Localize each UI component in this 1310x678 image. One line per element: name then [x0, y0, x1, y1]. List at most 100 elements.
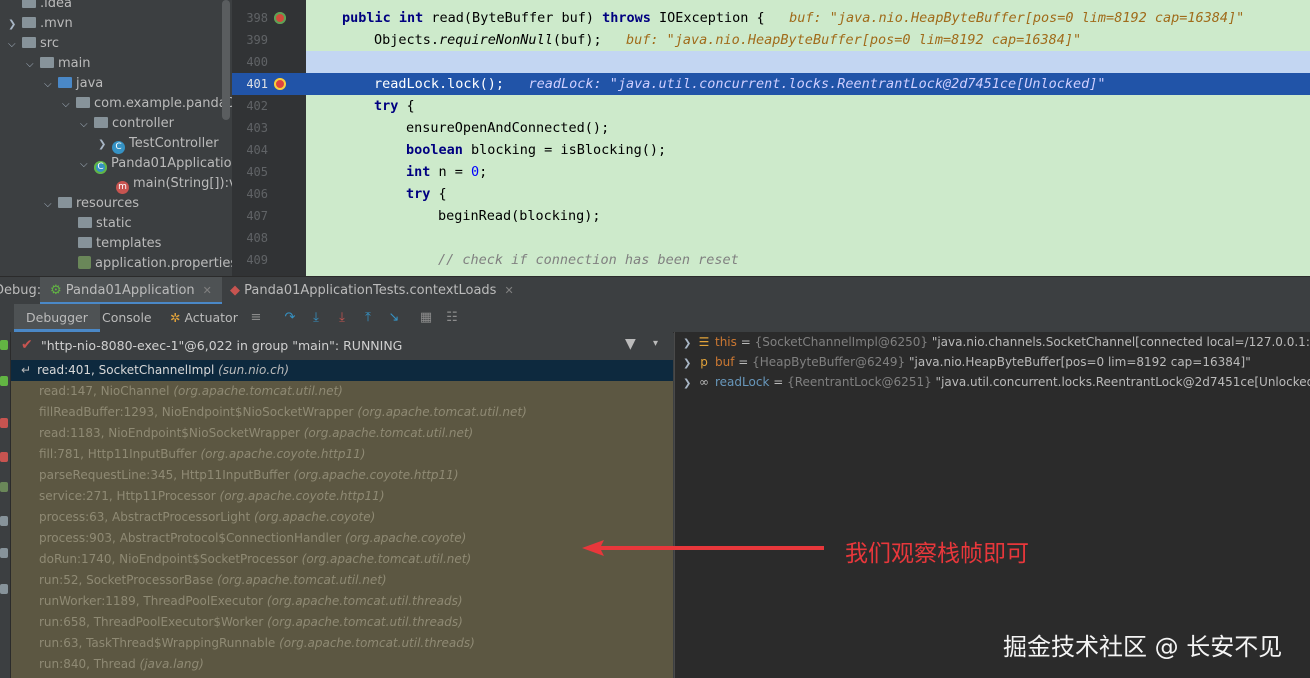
frame-row[interactable]: run:658, ThreadPoolExecutor$Worker (org.…	[11, 612, 673, 633]
view-breakpoints-icon[interactable]	[0, 452, 8, 462]
line-number: 402	[246, 99, 268, 113]
frame-package: (org.apache.tomcat.util.threads)	[266, 594, 463, 608]
frame-package: (org.apache.coyote.http11)	[293, 468, 459, 482]
tree-item-main-method[interactable]: mmain(String[]):voi	[116, 174, 232, 194]
tree-item-main[interactable]: ⌵ main	[26, 54, 90, 74]
tree-item-templates[interactable]: templates	[78, 234, 161, 254]
editor-gutter: 398 399 400 401 402 403 404 405 406 407 …	[232, 0, 306, 276]
annotation-arrow	[582, 540, 824, 556]
tab-debugger[interactable]: Debugger	[14, 304, 100, 332]
code-line-404: boolean blocking = isBlocking();	[406, 142, 667, 158]
chevron-right-icon[interactable]: ❯	[683, 354, 697, 374]
variable-row[interactable]: ❯ ∞ readLock = {ReentrantLock@6251} "java.…	[675, 372, 1310, 392]
frame-package: (org.apache.tomcat.util.net)	[303, 426, 474, 440]
chevron-down-icon[interactable]: ⌵	[44, 195, 58, 215]
package-icon	[76, 97, 90, 108]
rerun-icon[interactable]	[0, 376, 8, 386]
variable-name: this	[715, 335, 737, 349]
chevron-down-icon[interactable]: ⌵	[62, 95, 76, 115]
line-number: 400	[246, 55, 268, 69]
override-breakpoint-icon[interactable]	[274, 12, 286, 24]
tree-item-package[interactable]: ⌵ com.example.panda01	[62, 94, 232, 114]
stop-icon[interactable]	[0, 418, 8, 428]
variable-row[interactable]: ❯ p buf = {HeapByteBuffer@6249} "java.nio.…	[675, 352, 1310, 372]
chevron-down-icon[interactable]: ⌵	[80, 155, 94, 175]
frame-row[interactable]: process:903, AbstractProtocol$Connection…	[11, 528, 673, 549]
settings-icon[interactable]	[0, 548, 8, 558]
project-tree: .idea ❯ .mvn ⌵ src ⌵ main ⌵ java ⌵ com.exampl…	[0, 0, 232, 276]
breakpoint-icon[interactable]	[274, 78, 286, 90]
frame-row[interactable]: doRun:1740, NioEndpoint$SocketProcessor …	[11, 549, 673, 570]
package-icon	[94, 117, 108, 128]
evaluate-expression-icon[interactable]: ▦	[418, 310, 434, 326]
frame-current[interactable]: ↵ read:401, SocketChannelImpl (sun.nio.ch…	[11, 360, 673, 381]
close-icon[interactable]: ✕	[203, 284, 212, 297]
frame-package: (org.apache.tomcat.util.net)	[357, 405, 527, 419]
resume-icon[interactable]	[0, 340, 8, 350]
frame-row[interactable]: read:1183, NioEndpoint$NioSocketWrapper …	[11, 423, 673, 444]
frame-package: (java.lang)	[139, 657, 204, 671]
frame-row[interactable]: run:52, SocketProcessorBase (org.apache.…	[11, 570, 673, 591]
tree-item-resources[interactable]: ⌵ resources	[44, 194, 139, 214]
debug-session-tabs: Debug: ⚙ Panda01Application✕ ◆ Panda01Ap…	[0, 276, 1310, 305]
tree-item-application-properties[interactable]: application.properties	[78, 254, 232, 274]
chevron-right-icon[interactable]: ❯	[683, 334, 697, 354]
frame-row[interactable]: fillReadBuffer:1293, NioEndpoint$NioSock…	[11, 402, 673, 423]
trace-icon[interactable]: ☷	[444, 310, 460, 326]
step-into-icon[interactable]: ⤓	[308, 310, 324, 326]
chevron-right-icon[interactable]: ❯	[8, 15, 22, 35]
get-thread-dump-icon[interactable]	[0, 516, 8, 526]
chevron-right-icon[interactable]: ❯	[98, 135, 112, 155]
frame-row[interactable]: process:63, AbstractProcessorLight (org.…	[11, 507, 673, 528]
thread-selector[interactable]: ✔ "http-nio-8080-exec-1"@6,022 in group …	[11, 332, 673, 361]
code-line-407: beginRead(blocking);	[438, 208, 601, 224]
frame-row[interactable]: runWorker:1189, ThreadPoolExecutor (org.…	[11, 591, 673, 612]
tab-panda01application[interactable]: ⚙ Panda01Application ✕	[40, 277, 222, 305]
frame-row[interactable]: run:63, TaskThread$WrappingRunnable (org…	[11, 633, 673, 654]
chevron-down-icon[interactable]: ⌵	[44, 75, 58, 95]
frame-row[interactable]: run:840, Thread (java.lang)	[11, 654, 673, 675]
tree-item-panda01application[interactable]: ⌵ C Panda01Application	[80, 154, 232, 174]
tree-item-java[interactable]: ⌵ java	[44, 74, 103, 94]
variable-row[interactable]: ❯ ☰ this = {SocketChannelImpl@6250} "java.…	[675, 332, 1310, 352]
source-folder-icon	[58, 77, 72, 88]
code-line-402: try {	[374, 98, 415, 114]
chevron-down-icon[interactable]: ⌵	[80, 115, 94, 135]
variable-name: buf	[715, 355, 735, 369]
tab-console[interactable]: Console	[92, 304, 162, 332]
chevron-down-icon[interactable]: ▾	[653, 338, 658, 349]
tree-item-idea[interactable]: .idea	[22, 0, 72, 14]
tree-item-src[interactable]: ⌵ src	[8, 34, 59, 54]
pin-icon[interactable]	[0, 584, 8, 594]
line-number: 398	[246, 11, 268, 25]
frame-row[interactable]: fill:781, Http11InputBuffer (org.apache.…	[11, 444, 673, 465]
inline-debug-hint: readLock: "java.util.concurrent.locks.Re…	[528, 76, 1106, 92]
tree-item-controller[interactable]: ⌵ controller	[80, 114, 174, 134]
tree-item-mvn[interactable]: ❯ .mvn	[8, 14, 73, 34]
step-out-icon[interactable]: ⤒	[360, 310, 376, 326]
tree-item-static[interactable]: static	[78, 214, 132, 234]
step-over-icon[interactable]: ↷	[282, 310, 298, 326]
tree-item-testcontroller[interactable]: ❯ C TestController	[98, 134, 219, 154]
frame-package: (org.apache.tomcat.util.net)	[217, 573, 387, 587]
force-step-into-icon[interactable]: ⤓	[334, 310, 350, 326]
frame-row[interactable]: service:271, Http11Processor (org.apache…	[11, 486, 673, 507]
close-icon[interactable]: ✕	[504, 284, 513, 297]
folder-icon	[22, 37, 36, 48]
frame-row[interactable]: read:147, NioChannel (org.apache.tomcat.…	[11, 381, 673, 402]
folder-icon	[78, 237, 92, 248]
tab-panda01applicationtests[interactable]: ◆ Panda01ApplicationTests.contextLoads ✕	[222, 277, 522, 305]
code-editor[interactable]: public int read(ByteBuffer buf) throws I…	[306, 0, 1310, 276]
frame-package: (org.apache.tomcat.util.net)	[301, 552, 472, 566]
chevron-right-icon[interactable]: ❯	[683, 374, 697, 394]
frame-package: (org.apache.coyote)	[345, 531, 467, 545]
tab-actuator[interactable]: ✲ Actuator	[162, 304, 246, 332]
chevron-down-icon[interactable]: ⌵	[8, 35, 22, 55]
chevron-down-icon[interactable]: ⌵	[26, 55, 40, 75]
mute-breakpoints-icon[interactable]	[0, 482, 8, 492]
tree-scrollbar[interactable]	[222, 0, 230, 120]
run-to-cursor-icon[interactable]: ↘	[386, 310, 402, 326]
filter-icon[interactable]: ▼	[625, 336, 636, 352]
menu-icon[interactable]: ≡	[248, 310, 264, 326]
frame-row[interactable]: parseRequestLine:345, Http11InputBuffer …	[11, 465, 673, 486]
